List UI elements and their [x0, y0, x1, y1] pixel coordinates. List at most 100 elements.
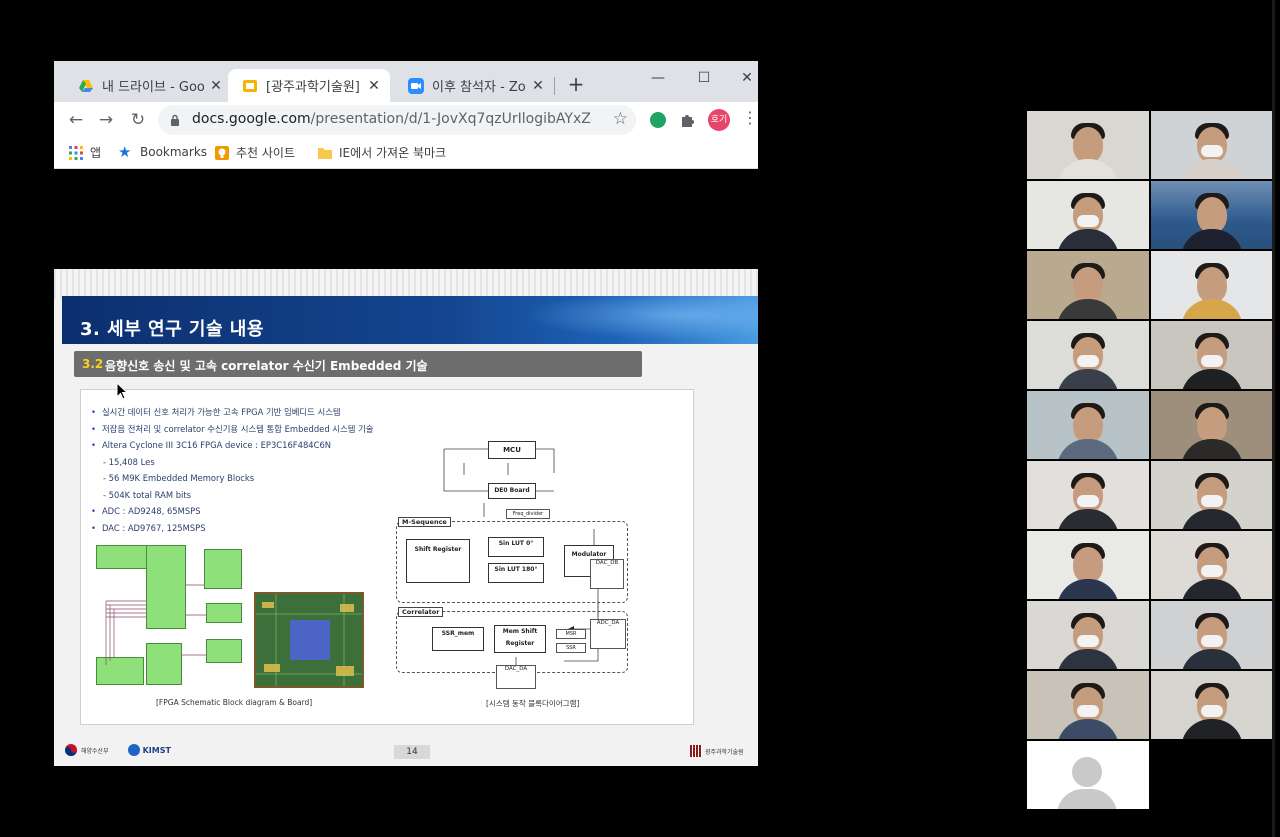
close-tab-icon[interactable]: ✕: [530, 78, 546, 94]
minimize-button[interactable]: —: [638, 65, 678, 91]
more-menu-icon[interactable]: ⋮: [742, 108, 758, 127]
participant-video[interactable]: [1027, 671, 1149, 739]
tab-title: 이후 참석자 - Zoo: [432, 80, 526, 95]
extension-green-icon[interactable]: [648, 110, 668, 130]
fpga-schematic: [96, 545, 244, 685]
tab-separator: [554, 77, 555, 95]
schematic-wires: [105, 584, 206, 665]
zoom-icon: [408, 77, 424, 94]
tab-strip: 내 드라이브 - Goo ✕ [광주과학기술원] 2 ✕ 이후 참석자 - Zo…: [54, 61, 758, 102]
page-number: 14: [394, 745, 430, 759]
slide-title: 3. 세부 연구 기술 내용: [80, 319, 264, 340]
msr-block: MSR: [556, 629, 586, 639]
participant-video[interactable]: [1027, 111, 1149, 179]
kimst-logo-icon: [127, 744, 140, 756]
participant-video[interactable]: [1151, 181, 1273, 249]
url-path: /presentation/d/1-JovXq7qzUrIlogibAYxZ84…: [310, 111, 592, 127]
sub-bullet-item: - 15,408 Les: [103, 456, 155, 467]
new-tab-button[interactable]: +: [564, 73, 588, 97]
bookmark-apps[interactable]: 앱: [68, 144, 101, 161]
maximize-button[interactable]: ☐: [684, 65, 724, 91]
participant-video[interactable]: [1151, 601, 1273, 669]
participant-video[interactable]: [1027, 531, 1149, 599]
caption-fpga: [FPGA Schematic Block diagram & Board]: [156, 698, 313, 707]
taegeuk-logo-icon: [65, 744, 77, 756]
caption-system: [시스템 동작 블록다이어그램]: [486, 699, 580, 708]
participant-video[interactable]: [1151, 321, 1273, 389]
tab-google-drive[interactable]: 내 드라이브 - Goo ✕: [64, 69, 232, 102]
url-text[interactable]: docs.google.com/presentation/d/1-JovXq7q…: [192, 111, 592, 127]
participant-video[interactable]: [1151, 461, 1273, 529]
system-block-diagram: MCU DE0 Board Freq_divider M-Sequence Sh…: [384, 429, 632, 697]
tab-title: [광주과학기술원] 2: [266, 80, 362, 95]
freq-divider-block: Freq_divider: [506, 509, 550, 519]
dac-da-block: DAC_DA: [496, 665, 536, 689]
close-window-button[interactable]: ✕: [727, 65, 767, 91]
participant-video[interactable]: [1151, 251, 1273, 319]
participant-video[interactable]: [1027, 461, 1149, 529]
subtitle-number: 3.2: [82, 357, 104, 371]
url-domain: docs.google.com: [192, 111, 311, 127]
participant-video[interactable]: [1151, 531, 1273, 599]
tab-title: 내 드라이브 - Goo: [102, 80, 204, 95]
gist-logo-icon: [690, 745, 702, 757]
participant-video[interactable]: [1151, 671, 1273, 739]
bookmark-suggested-sites[interactable]: 추천 사이트: [214, 144, 295, 161]
participant-video[interactable]: [1027, 181, 1149, 249]
dac-db-block: DAC_DB: [590, 559, 624, 589]
participant-no-video[interactable]: [1027, 741, 1149, 809]
tab-google-slides[interactable]: [광주과학기술원] 2 ✕: [228, 69, 390, 102]
participant-video[interactable]: [1027, 391, 1149, 459]
participant-video[interactable]: [1151, 391, 1273, 459]
sin-lut-0-block: Sin LUT 0°: [488, 537, 544, 557]
bookmark-label: 앱: [90, 146, 102, 160]
profile-avatar[interactable]: 호기: [708, 109, 730, 131]
screen: 내 드라이브 - Goo ✕ [광주과학기술원] 2 ✕ 이후 참석자 - Zo…: [0, 0, 1280, 837]
subtitle-text: 음향신호 송신 및 고속 correlator 수신기 Embedded 기술: [105, 359, 428, 373]
bullet-item: • 저잡음 전처리 및 correlator 수신기용 시스템 통합 Embedd…: [91, 423, 374, 434]
google-drive-icon: [79, 79, 93, 92]
ssr-mem-block: SSR_mem: [432, 627, 484, 651]
bookmark-ie-imported[interactable]: IE에서 가져온 북마크: [317, 144, 446, 161]
bookmark-star-icon[interactable]: ☆: [613, 109, 628, 129]
forward-arrow-icon[interactable]: →: [94, 108, 118, 132]
puzzle-icon[interactable]: [678, 110, 698, 130]
bookmark-label: IE에서 가져온 북마크: [339, 146, 447, 160]
browser-window: 내 드라이브 - Goo ✕ [광주과학기술원] 2 ✕ 이후 참석자 - Zo…: [54, 61, 758, 169]
address-bar[interactable]: docs.google.com/presentation/d/1-JovXq7q…: [158, 105, 636, 135]
back-arrow-icon[interactable]: ←: [64, 108, 88, 132]
bookmark-bookmarks[interactable]: ★ Bookmarks: [118, 144, 207, 160]
tab-zoom[interactable]: 이후 참석자 - Zoo ✕: [394, 69, 554, 102]
folder-icon: [318, 147, 332, 159]
bookmark-label: Bookmarks: [140, 145, 208, 159]
star-icon: ★: [118, 143, 132, 161]
slide-header-pattern: [54, 269, 758, 299]
mem-shift-register-block: Mem Shift Register: [494, 625, 546, 653]
fpga-board-image: [254, 592, 364, 688]
bullet-item: • ADC : AD9248, 65MSPS: [91, 506, 201, 516]
ministry-name: 해양수산부: [81, 747, 109, 755]
board-graphic: [256, 594, 362, 686]
bookmarks-bar: 앱 ★ Bookmarks 추천 사이트 IE에서 가져온 북마크: [54, 138, 758, 169]
participant-video[interactable]: [1027, 321, 1149, 389]
participant-video[interactable]: [1027, 251, 1149, 319]
kimst-logo: KIMST: [142, 745, 171, 755]
lock-icon: [171, 114, 179, 126]
bullet-item: • 실시간 데이터 신호 처리가 가능한 고속 FPGA 기반 임베디드 시스템: [91, 407, 341, 417]
correlator-label: Correlator: [398, 607, 444, 617]
sub-bullet-item: - 504K total RAM bits: [103, 489, 192, 500]
bullet-list: • 실시간 데이터 신호 처리가 가능한 고속 FPGA 기반 임베디드 시스템 …: [91, 404, 373, 536]
default-avatar-icon: [1072, 757, 1102, 787]
close-tab-icon[interactable]: ✕: [208, 78, 224, 94]
shift-register-block: Shift Register: [406, 539, 470, 583]
lightbulb-icon: [215, 145, 229, 160]
close-tab-icon[interactable]: ✕: [366, 78, 382, 94]
participant-video[interactable]: [1151, 111, 1273, 179]
bullet-item: • Altera Cyclone III 3C16 FPGA device : E…: [91, 440, 332, 450]
reload-icon[interactable]: ↻: [126, 108, 150, 132]
participant-video[interactable]: [1027, 601, 1149, 669]
sub-bullet-item: - 56 M9K Embedded Memory Blocks: [103, 473, 255, 483]
browser-toolbar: ← → ↻ docs.google.com/presentation/d/1-J…: [54, 102, 758, 138]
adc-da-block: ADC_DA: [590, 619, 626, 649]
apps-grid-icon: [69, 145, 83, 160]
